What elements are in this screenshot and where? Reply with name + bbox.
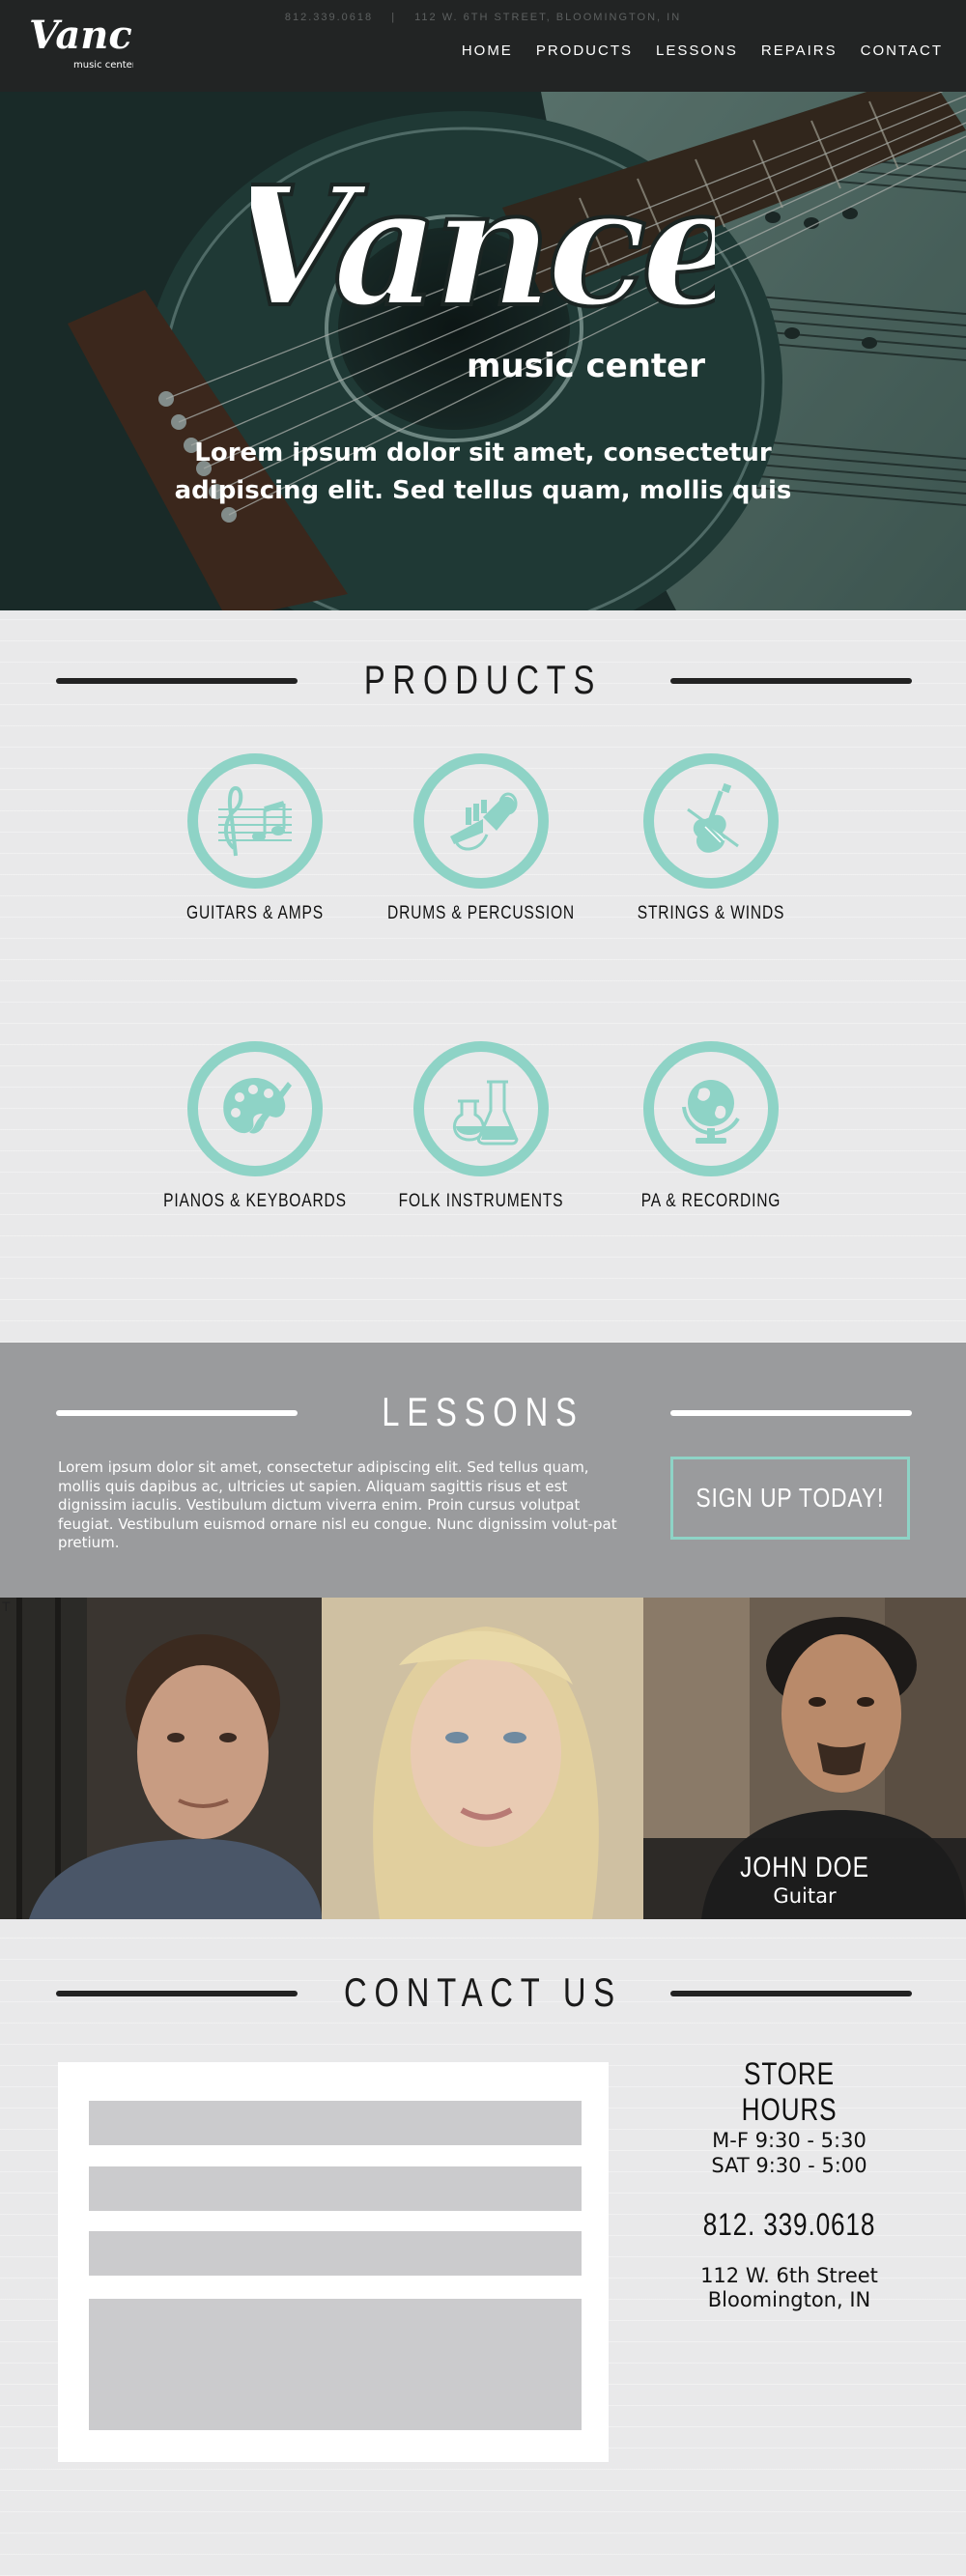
store-info: STORE HOURS M-F 9:30 - 5:30 SAT 9:30 - 5…	[676, 2056, 902, 2312]
product-pa-recording[interactable]: PA & RECORDING	[595, 1041, 827, 1212]
top-address: 112 W. 6TH STREET, BLOOMINGTON, IN	[414, 12, 682, 23]
hero-logo-subtext: music center	[467, 347, 705, 385]
top-contact-info: 812.339.0618 | 112 W. 6TH STREET, BLOOMI…	[0, 12, 966, 23]
hero-tagline: Lorem ipsum dolor sit amet, consectetur …	[0, 435, 966, 510]
contact-message-field[interactable]	[89, 2299, 582, 2430]
product-label: FOLK INSTRUMENTS	[398, 1191, 564, 1211]
contact-heading-row: CONTACT US	[0, 1969, 966, 2018]
main-nav: HOME PRODUCTS LESSONS REPAIRS CONTACT	[462, 42, 943, 59]
globe-icon	[682, 1080, 740, 1144]
address-line-2: Bloomington, IN	[707, 2288, 871, 2311]
product-icon-circle	[413, 1041, 549, 1176]
teacher-card-john-doe[interactable]: JOHN DOE Guitar	[643, 1598, 966, 1919]
product-label: PA & RECORDING	[640, 1191, 781, 1211]
product-icon-circle	[187, 753, 323, 889]
product-folk-instruments[interactable]: FOLK INSTRUMENTS	[365, 1041, 597, 1212]
products-heading-row: PRODUCTS	[0, 657, 966, 705]
product-icon-circle	[187, 1041, 323, 1176]
store-phone[interactable]: 812. 339.0618	[696, 2207, 882, 2243]
palette-icon	[223, 1078, 292, 1134]
product-guitars-amps[interactable]: GUITARS & AMPS	[139, 753, 371, 924]
heading-divider-right	[670, 678, 912, 684]
address-line-1: 112 W. 6th Street	[700, 2264, 878, 2287]
store-hours-saturday: SAT 9:30 - 5:00	[711, 2154, 867, 2177]
product-strings-winds[interactable]: STRINGS & WINDS	[595, 753, 827, 924]
hero-tagline-line-2: adipiscing elit. Sed tellus quam, mollis…	[174, 476, 792, 505]
teacher-photo-1[interactable]	[0, 1598, 322, 1919]
sign-up-label: SIGN UP TODAY!	[696, 1483, 885, 1513]
nav-products[interactable]: PRODUCTS	[536, 42, 633, 59]
teacher-portrait-image	[322, 1598, 643, 1919]
teacher-caption: JOHN DOE Guitar	[643, 1838, 966, 1919]
lessons-section: LESSONS Lorem ipsum dolor sit amet, cons…	[0, 1343, 966, 1598]
lessons-description: Lorem ipsum dolor sit amet, consectetur …	[58, 1458, 617, 1551]
contact-section: CONTACT US STORE HOURS M-F 9:30 - 5:30 S…	[0, 1919, 966, 2576]
trumpet-icon	[450, 792, 518, 851]
store-hours-title: STORE HOURS	[741, 2056, 838, 2127]
top-separator: |	[391, 12, 397, 23]
teacher-name: JOHN DOE	[740, 1852, 869, 1883]
contact-field-3[interactable]	[89, 2231, 582, 2276]
nav-lessons[interactable]: LESSONS	[656, 42, 738, 59]
text-cursor-icon: T	[2, 1599, 11, 1614]
teachers-strip: JOHN DOE Guitar	[0, 1598, 966, 1919]
product-label: DRUMS & PERCUSSION	[387, 903, 575, 923]
hero-logo-wordmark: Vance	[251, 159, 715, 344]
top-bar: Vance music center 812.339.0618 | 112 W.…	[0, 0, 966, 92]
sign-up-button[interactable]: SIGN UP TODAY!	[670, 1457, 910, 1540]
product-label: GUITARS & AMPS	[186, 903, 324, 923]
contact-field-1[interactable]	[89, 2101, 582, 2145]
nav-contact[interactable]: CONTACT	[861, 42, 943, 59]
contact-form	[58, 2062, 609, 2462]
products-section: PRODUCTS GUITARS & AMPS DRUMS & PERCUSSI…	[0, 610, 966, 1343]
store-hours-weekday: M-F 9:30 - 5:30	[712, 2129, 867, 2152]
flasks-icon	[453, 1080, 519, 1146]
teacher-portrait-image	[0, 1598, 322, 1919]
nav-repairs[interactable]: REPAIRS	[761, 42, 838, 59]
heading-divider-right	[670, 1410, 912, 1416]
top-phone: 812.339.0618	[284, 12, 374, 23]
logo-subtext: music center	[73, 60, 133, 71]
hero-logo: Vance music center	[251, 159, 715, 385]
product-icon-circle	[643, 1041, 779, 1176]
product-label: PIANOS & KEYBOARDS	[163, 1191, 347, 1211]
store-address: 112 W. 6th Street Bloomington, IN	[676, 2264, 902, 2312]
hero-banner: Vance music center Lorem ipsum dolor sit…	[0, 92, 966, 610]
teacher-photo-2[interactable]	[322, 1598, 643, 1919]
lessons-heading-row: LESSONS	[0, 1389, 966, 1437]
product-drums-percussion[interactable]: DRUMS & PERCUSSION	[365, 753, 597, 924]
product-icon-circle	[413, 753, 549, 889]
product-label: STRINGS & WINDS	[637, 903, 785, 923]
teacher-instrument: Guitar	[773, 1884, 837, 1908]
music-notes-icon	[218, 785, 292, 857]
product-pianos-keyboards[interactable]: PIANOS & KEYBOARDS	[139, 1041, 371, 1212]
nav-home[interactable]: HOME	[462, 42, 513, 59]
heading-divider-right	[670, 1991, 912, 1996]
violin-icon	[687, 782, 739, 853]
product-icon-circle	[643, 753, 779, 889]
hero-tagline-line-1: Lorem ipsum dolor sit amet, consectetur	[194, 439, 772, 467]
contact-field-2[interactable]	[89, 2166, 582, 2211]
